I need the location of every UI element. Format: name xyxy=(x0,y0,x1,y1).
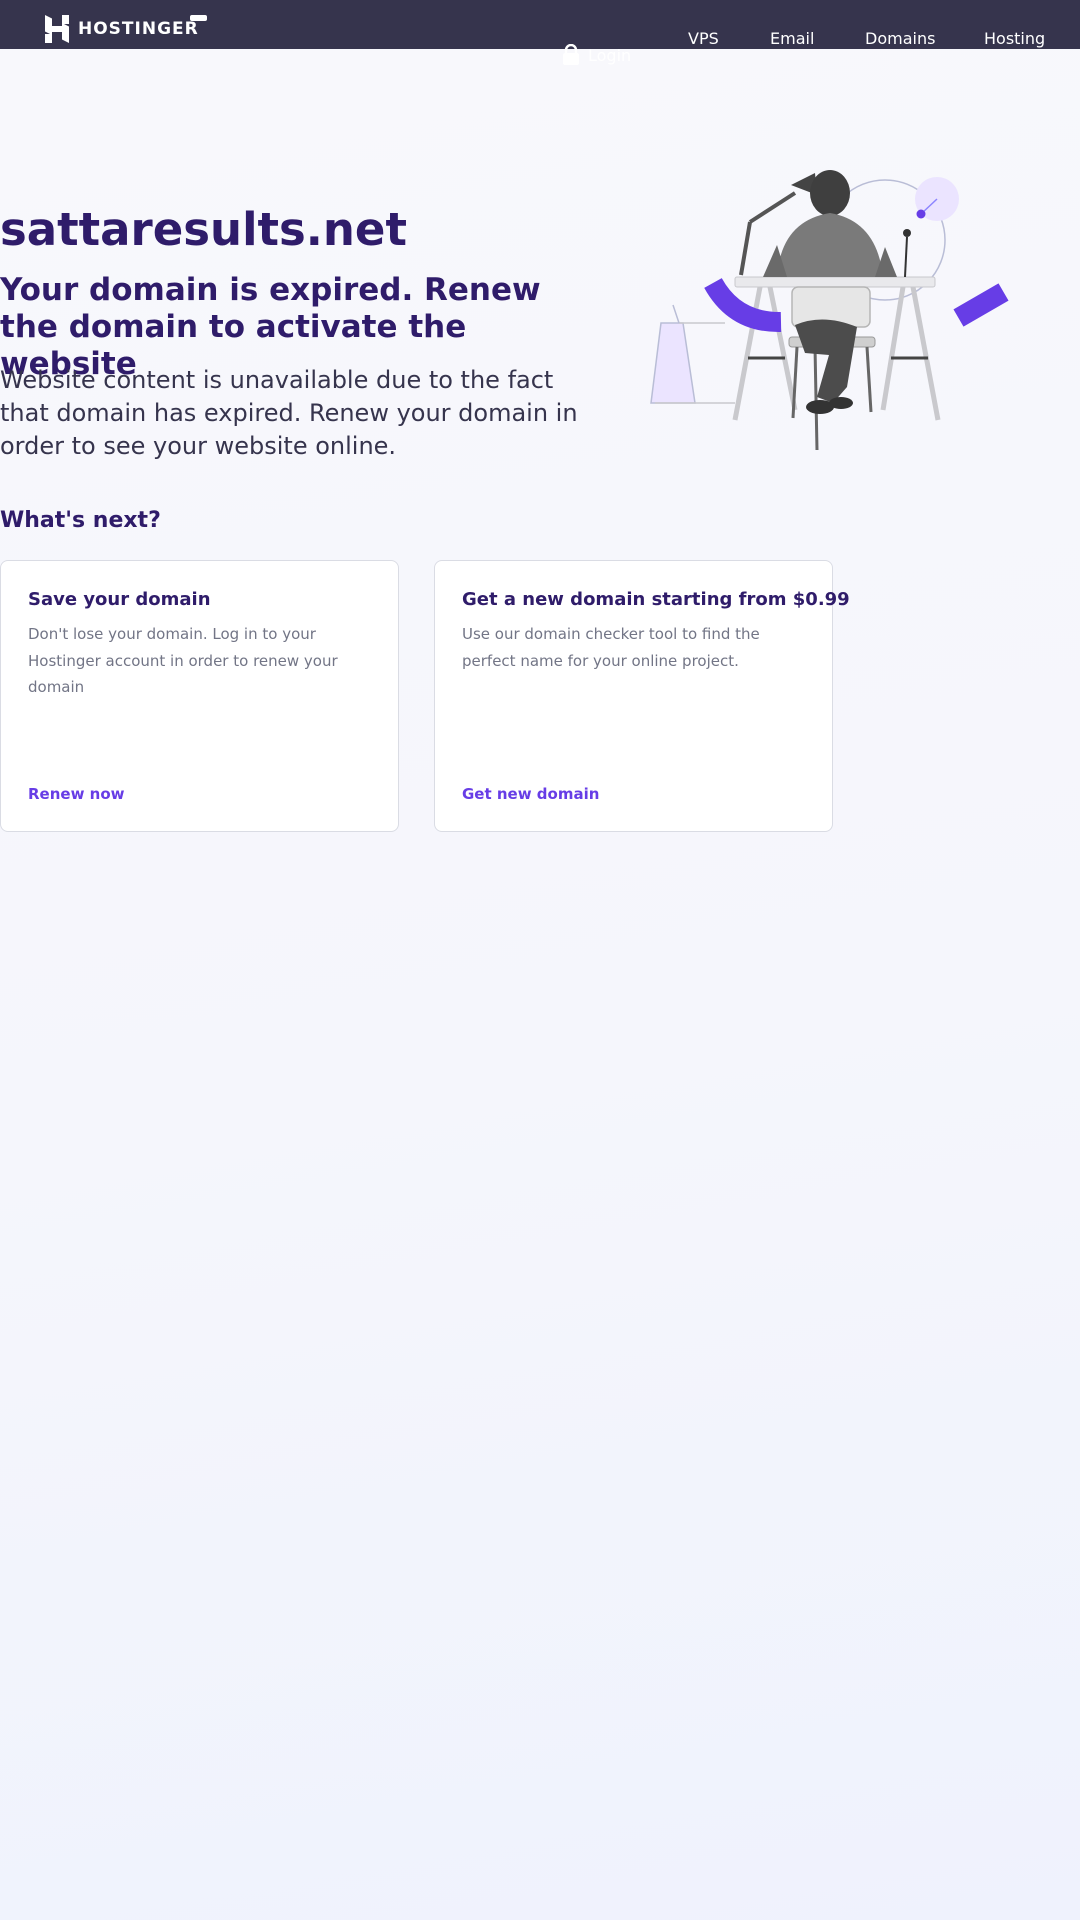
login-label: Login xyxy=(588,45,632,65)
hostinger-h-logo-icon xyxy=(45,15,69,43)
renew-now-link[interactable]: Renew now xyxy=(28,785,125,803)
logo-badge xyxy=(190,15,207,21)
lock-icon xyxy=(562,44,588,66)
login-link[interactable]: Login xyxy=(562,44,631,66)
get-new-domain-link[interactable]: Get new domain xyxy=(462,785,599,803)
card-description: Use our domain checker tool to find the … xyxy=(462,625,760,670)
new-domain-card: Get a new domain starting from $0.99 Use… xyxy=(434,560,850,832)
brand-name: HOSTINGER xyxy=(78,19,199,39)
top-navigation-bar: HOSTINGER VPS Email Domains Hosting xyxy=(0,0,1080,49)
nav-link-email[interactable]: Email xyxy=(770,29,814,48)
hostinger-logo[interactable]: HOSTINGER xyxy=(45,15,199,43)
card-title: Save your domain xyxy=(28,589,211,610)
nav-link-vps[interactable]: VPS xyxy=(688,29,719,48)
card-title: Get a new domain starting from $0.99 xyxy=(462,589,850,610)
nav-link-hosting[interactable]: Hosting xyxy=(984,29,1045,48)
expired-description: Website content is unavailable due to th… xyxy=(0,366,578,460)
domain-name-title: sattaresults.net xyxy=(0,203,407,256)
person-at-desk-illustration xyxy=(645,165,1015,455)
save-domain-card: Save your domain Don't lose your domain.… xyxy=(0,560,399,832)
nav-link-domains[interactable]: Domains xyxy=(865,29,935,48)
card-description: Don't lose your domain. Log in to your H… xyxy=(28,625,338,696)
whats-next-heading: What's next? xyxy=(0,508,161,533)
